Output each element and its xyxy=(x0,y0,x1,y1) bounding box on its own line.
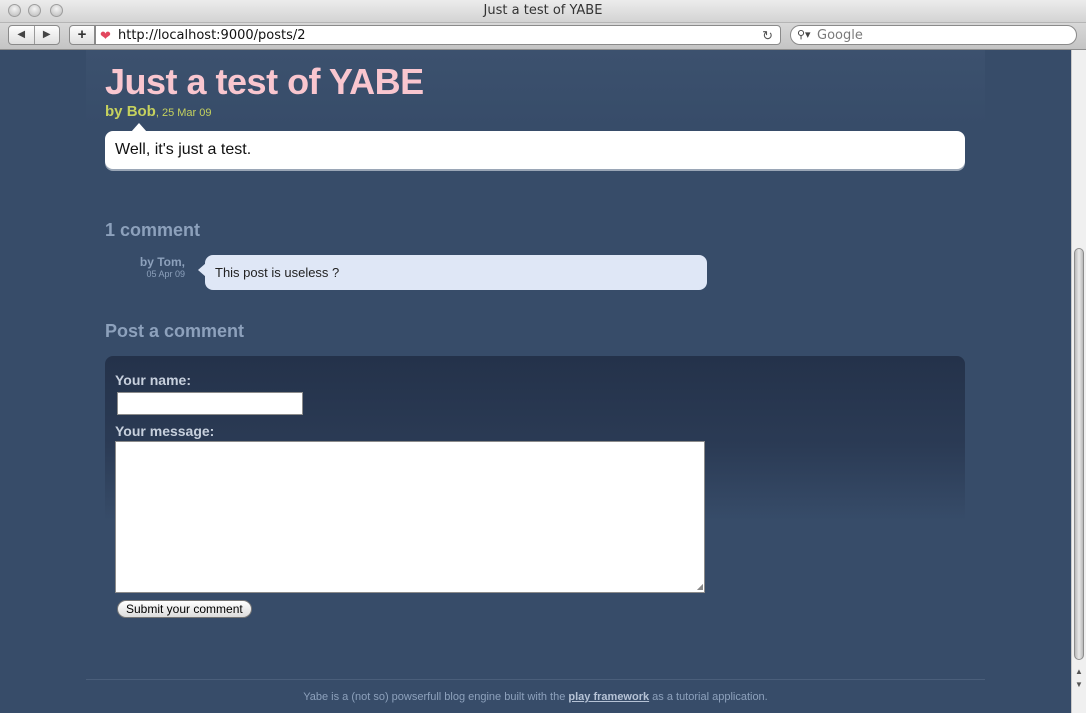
comment-date: 05 Apr 09 xyxy=(146,269,185,279)
post-body: Well, it's just a test. xyxy=(105,131,965,169)
window-titlebar: Just a test of YABE xyxy=(0,0,1086,23)
comment-meta: by Tom, 05 Apr 09 xyxy=(105,255,185,280)
search-field[interactable]: ⚲▾ Google xyxy=(790,25,1077,45)
footer-text-after: as a tutorial application. xyxy=(649,691,768,703)
post-comment-heading: Post a comment xyxy=(105,321,245,341)
scroll-up-arrow-icon[interactable]: ▲ xyxy=(1075,667,1083,676)
message-label: Your message: xyxy=(115,423,215,439)
close-window-button[interactable] xyxy=(8,4,21,17)
post-title[interactable]: Just a test of YABE xyxy=(105,58,424,106)
heart-favicon-icon: ❤ xyxy=(100,28,111,43)
reload-icon[interactable]: ↻ xyxy=(762,26,773,45)
url-text[interactable]: http://localhost:9000/posts/2 xyxy=(118,26,306,45)
play-framework-link[interactable]: play framework xyxy=(568,691,649,703)
scroll-down-arrow-icon[interactable]: ▼ xyxy=(1075,680,1083,689)
add-bookmark-button[interactable]: + xyxy=(69,25,95,45)
zoom-window-button[interactable] xyxy=(50,4,63,17)
window-title: Just a test of YABE xyxy=(483,3,603,18)
navigation-buttons: ◀ ▶ xyxy=(8,25,60,45)
comments-heading: 1 comment xyxy=(105,220,201,240)
name-input[interactable] xyxy=(117,392,303,415)
resize-grip-icon[interactable]: ◢ xyxy=(697,583,703,591)
comment-author: by Tom, xyxy=(139,255,185,269)
search-icon[interactable]: ⚲▾ xyxy=(797,26,811,45)
url-bar[interactable]: ❤ http://localhost:9000/posts/2 ↻ xyxy=(95,25,781,45)
minimize-window-button[interactable] xyxy=(28,4,41,17)
scrollbar-thumb[interactable] xyxy=(1074,248,1084,660)
post-author: Bob xyxy=(126,103,156,120)
submit-comment-button[interactable]: Submit your comment xyxy=(117,600,252,618)
footer-text-before: Yabe is a (not so) powserfull blog engin… xyxy=(303,691,569,703)
comment-text: This post is useless ? xyxy=(205,255,707,290)
page-viewport: Just a test of YABE by Bob, 25 Mar 09 We… xyxy=(0,50,1071,713)
post-meta: by Bob, 25 Mar 09 xyxy=(105,103,212,122)
name-label: Your name: xyxy=(115,372,191,388)
post-date: , 25 Mar 09 xyxy=(155,107,212,119)
browser-toolbar: ◀ ▶ + ❤ http://localhost:9000/posts/2 ↻ … xyxy=(0,23,1086,50)
footer-divider xyxy=(86,679,985,680)
forward-icon[interactable]: ▶ xyxy=(35,26,60,44)
footer: Yabe is a (not so) powserfull blog engin… xyxy=(86,690,985,704)
vertical-scrollbar[interactable]: ▲ ▼ xyxy=(1071,50,1086,713)
post-by-label: by xyxy=(105,103,127,120)
message-textarea[interactable]: ◢ xyxy=(115,441,705,593)
search-placeholder[interactable]: Google xyxy=(817,26,863,45)
back-icon[interactable]: ◀ xyxy=(9,26,35,44)
